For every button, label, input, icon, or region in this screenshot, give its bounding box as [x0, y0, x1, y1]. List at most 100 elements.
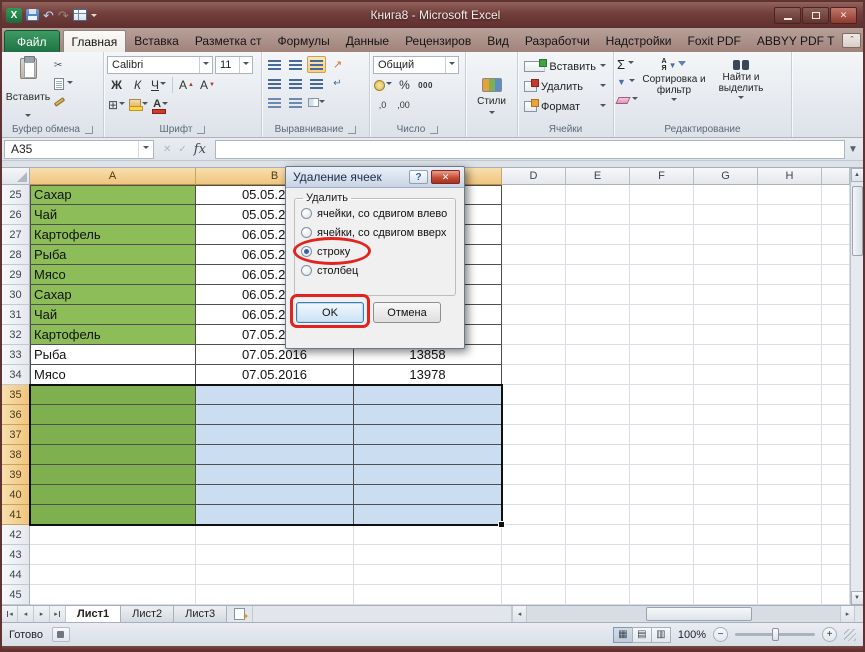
cell-H41[interactable] — [758, 505, 822, 525]
scroll-up-icon[interactable]: ▲ — [851, 168, 864, 182]
row-header-35[interactable]: 35 — [2, 385, 30, 405]
row-header-39[interactable]: 39 — [2, 465, 30, 485]
row-header-27[interactable]: 27 — [2, 225, 30, 245]
column-header-E[interactable]: E — [566, 168, 630, 185]
cell-C37[interactable] — [354, 425, 502, 445]
align-right-button[interactable] — [307, 75, 326, 92]
cell-G26[interactable] — [694, 205, 758, 225]
decrease-font-button[interactable]: А▼ — [198, 76, 217, 94]
cell-D35[interactable] — [502, 385, 566, 405]
cell-A36[interactable] — [30, 405, 196, 425]
cell-G43[interactable] — [694, 545, 758, 565]
cell-C43[interactable] — [354, 545, 502, 565]
fill-color-button[interactable] — [128, 96, 149, 114]
cell-A26[interactable]: Чай — [30, 205, 196, 225]
cell-F26[interactable] — [630, 205, 694, 225]
cell-F25[interactable] — [630, 185, 694, 205]
font-name-select[interactable]: Calibri — [107, 56, 213, 74]
cell-H43[interactable] — [758, 545, 822, 565]
column-header-G[interactable]: G — [694, 168, 758, 185]
cell-G41[interactable] — [694, 505, 758, 525]
cell-A32[interactable]: Картофель — [30, 325, 196, 345]
cell-E44[interactable] — [566, 565, 630, 585]
row-header-44[interactable]: 44 — [2, 565, 30, 585]
row-header-25[interactable]: 25 — [2, 185, 30, 205]
minimize-button[interactable] — [774, 7, 801, 24]
decrease-decimal-button[interactable]: ,00 — [394, 96, 413, 114]
cell-A28[interactable]: Рыба — [30, 245, 196, 265]
cancel-button[interactable]: Отмена — [373, 302, 441, 323]
styles-button[interactable]: Стили — [469, 54, 514, 137]
row-header-36[interactable]: 36 — [2, 405, 30, 425]
cell-H33[interactable] — [758, 345, 822, 365]
cell-E37[interactable] — [566, 425, 630, 445]
comma-format-button[interactable]: 000 — [416, 76, 435, 94]
tab-ABBYY PDF T[interactable]: ABBYY PDF T — [749, 30, 843, 52]
number-dialog-launcher-icon[interactable] — [430, 126, 438, 134]
ok-button[interactable]: OK — [296, 302, 364, 323]
cell-G32[interactable] — [694, 325, 758, 345]
cell-C39[interactable] — [354, 465, 502, 485]
vertical-scrollbar[interactable]: ▲ ▼ — [850, 168, 863, 605]
cell-C36[interactable] — [354, 405, 502, 425]
cell-E38[interactable] — [566, 445, 630, 465]
row-header-40[interactable]: 40 — [2, 485, 30, 505]
cell-H38[interactable] — [758, 445, 822, 465]
find-select-button[interactable]: Найти и выделить — [710, 54, 772, 122]
row-header-43[interactable]: 43 — [2, 545, 30, 565]
undo-icon[interactable]: ↶ — [43, 9, 54, 22]
dialog-option[interactable]: столбец — [301, 261, 449, 280]
insert-function-button[interactable]: fx — [194, 142, 206, 157]
cell-G25[interactable] — [694, 185, 758, 205]
cell-F27[interactable] — [630, 225, 694, 245]
row-header-29[interactable]: 29 — [2, 265, 30, 285]
cell-B36[interactable] — [196, 405, 354, 425]
cell-E45[interactable] — [566, 585, 630, 605]
cell-A43[interactable] — [30, 545, 196, 565]
cell-H40[interactable] — [758, 485, 822, 505]
cell-D42[interactable] — [502, 525, 566, 545]
cell-H37[interactable] — [758, 425, 822, 445]
row-header-45[interactable]: 45 — [2, 585, 30, 605]
cell-C34[interactable]: 13978 — [354, 365, 502, 385]
vertical-scroll-thumb[interactable] — [852, 186, 863, 256]
cell-H25[interactable] — [758, 185, 822, 205]
tab-Foxit PDF[interactable]: Foxit PDF — [680, 30, 749, 52]
cell-H42[interactable] — [758, 525, 822, 545]
insert-worksheet-button[interactable]: ✦ — [227, 606, 253, 622]
cell-E34[interactable] — [566, 365, 630, 385]
cell-F31[interactable] — [630, 305, 694, 325]
name-box[interactable]: A35 — [4, 140, 154, 159]
cell-D33[interactable] — [502, 345, 566, 365]
cell-A41[interactable] — [30, 505, 196, 525]
cell-D45[interactable] — [502, 585, 566, 605]
cell-F44[interactable] — [630, 565, 694, 585]
clear-button[interactable] — [617, 93, 638, 107]
cell-F32[interactable] — [630, 325, 694, 345]
cell-B43[interactable] — [196, 545, 354, 565]
currency-format-button[interactable] — [373, 76, 393, 94]
decrease-indent-button[interactable] — [265, 94, 284, 111]
cell-C41[interactable] — [354, 505, 502, 525]
cell-E41[interactable] — [566, 505, 630, 525]
cell-E26[interactable] — [566, 205, 630, 225]
cell-A38[interactable] — [30, 445, 196, 465]
cell-G44[interactable] — [694, 565, 758, 585]
cell-A29[interactable]: Мясо — [30, 265, 196, 285]
cell-D37[interactable] — [502, 425, 566, 445]
cell-D38[interactable] — [502, 445, 566, 465]
cell-E25[interactable] — [566, 185, 630, 205]
cell-G33[interactable] — [694, 345, 758, 365]
cell-F42[interactable] — [630, 525, 694, 545]
cell-A37[interactable] — [30, 425, 196, 445]
insert-cells-button[interactable]: Вставить — [521, 57, 609, 76]
cell-D41[interactable] — [502, 505, 566, 525]
tab-Рецензиров[interactable]: Рецензиров — [397, 30, 479, 52]
row-header-34[interactable]: 34 — [2, 365, 30, 385]
cell-H36[interactable] — [758, 405, 822, 425]
formula-bar-expand-icon[interactable]: ▼ — [845, 140, 861, 159]
cell-D36[interactable] — [502, 405, 566, 425]
align-bottom-button[interactable] — [307, 56, 326, 73]
customize-toolbar-arrow-icon[interactable] — [91, 14, 97, 20]
cell-D27[interactable] — [502, 225, 566, 245]
